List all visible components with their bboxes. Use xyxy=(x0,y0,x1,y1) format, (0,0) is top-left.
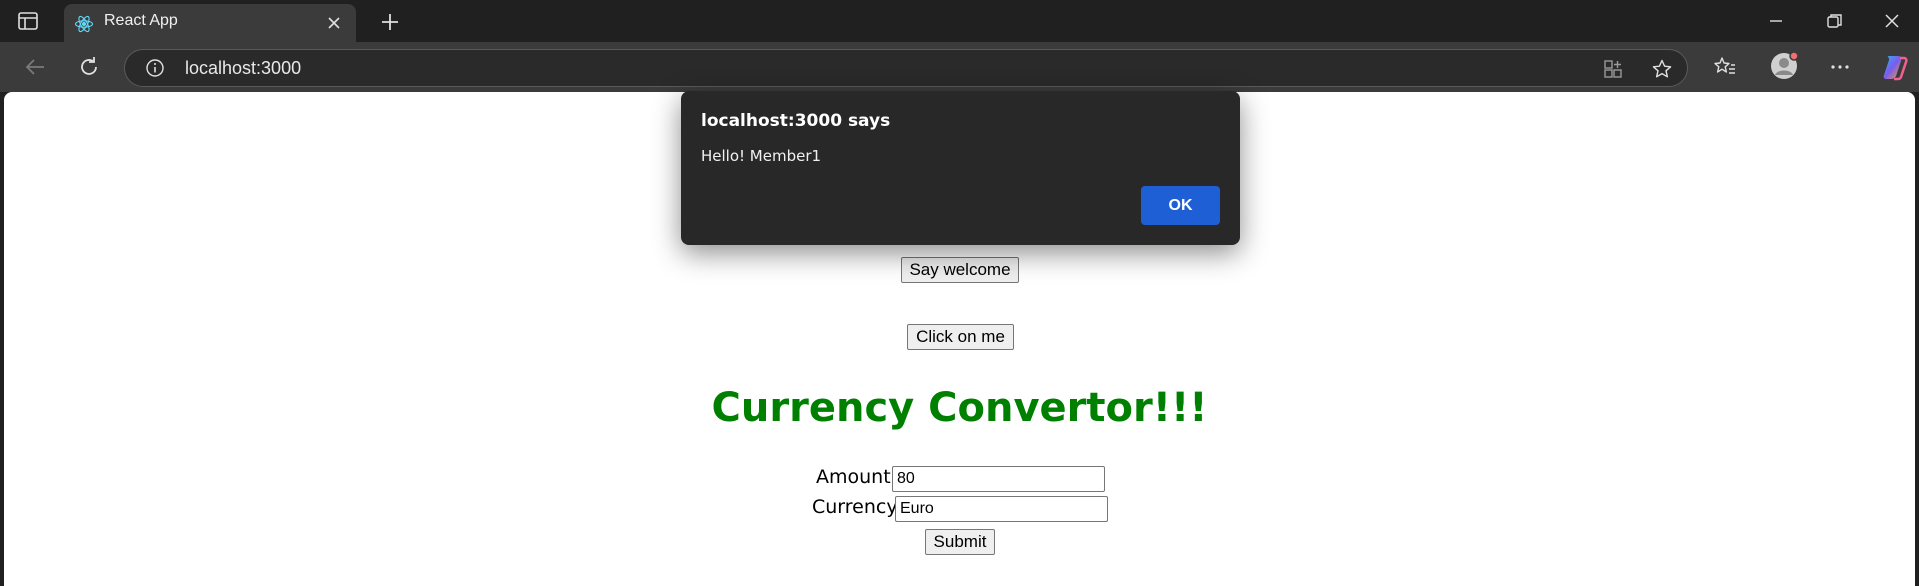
tab-close-icon[interactable] xyxy=(326,15,342,31)
info-icon[interactable] xyxy=(145,58,165,78)
amount-label: Amount: xyxy=(816,466,898,488)
refresh-icon[interactable] xyxy=(74,52,104,82)
copilot-icon[interactable] xyxy=(1880,52,1910,82)
browser-toolbar: localhost:3000 xyxy=(0,42,1919,92)
app-icon[interactable] xyxy=(1602,58,1624,80)
ok-button[interactable]: OK xyxy=(1141,186,1220,225)
url-text: localhost:3000 xyxy=(185,58,302,78)
tab-title: React App xyxy=(104,12,178,29)
profile-icon[interactable] xyxy=(1770,51,1800,81)
star-icon[interactable] xyxy=(1651,58,1673,80)
back-arrow-icon[interactable] xyxy=(20,52,50,82)
close-window-icon[interactable] xyxy=(1878,8,1906,34)
say-welcome-button[interactable]: Say welcome xyxy=(901,257,1019,283)
currency-input[interactable] xyxy=(895,496,1108,522)
address-bar[interactable]: localhost:3000 xyxy=(124,49,1688,87)
minimize-icon[interactable] xyxy=(1762,8,1790,34)
amount-input[interactable] xyxy=(892,466,1105,492)
page-title: Currency Convertor!!! xyxy=(711,385,1208,431)
submit-button[interactable]: Submit xyxy=(925,529,995,555)
tab-actions-icon[interactable] xyxy=(16,10,40,32)
currency-label: Currency: xyxy=(812,496,903,518)
dialog-message: Hello! Member1 xyxy=(701,147,822,165)
react-logo-icon xyxy=(74,14,94,34)
restore-icon[interactable] xyxy=(1820,8,1848,34)
new-tab-plus-icon[interactable] xyxy=(378,10,402,34)
more-icon[interactable] xyxy=(1827,54,1853,80)
alert-dialog: localhost:3000 says Hello! Member1 OK xyxy=(681,91,1240,245)
dialog-title: localhost:3000 says xyxy=(701,111,891,131)
tab-react-app[interactable]: React App xyxy=(64,4,356,42)
favorites-icon[interactable] xyxy=(1712,54,1738,80)
tab-strip: React App xyxy=(0,0,1919,42)
click-on-me-button[interactable]: Click on me xyxy=(907,324,1014,350)
